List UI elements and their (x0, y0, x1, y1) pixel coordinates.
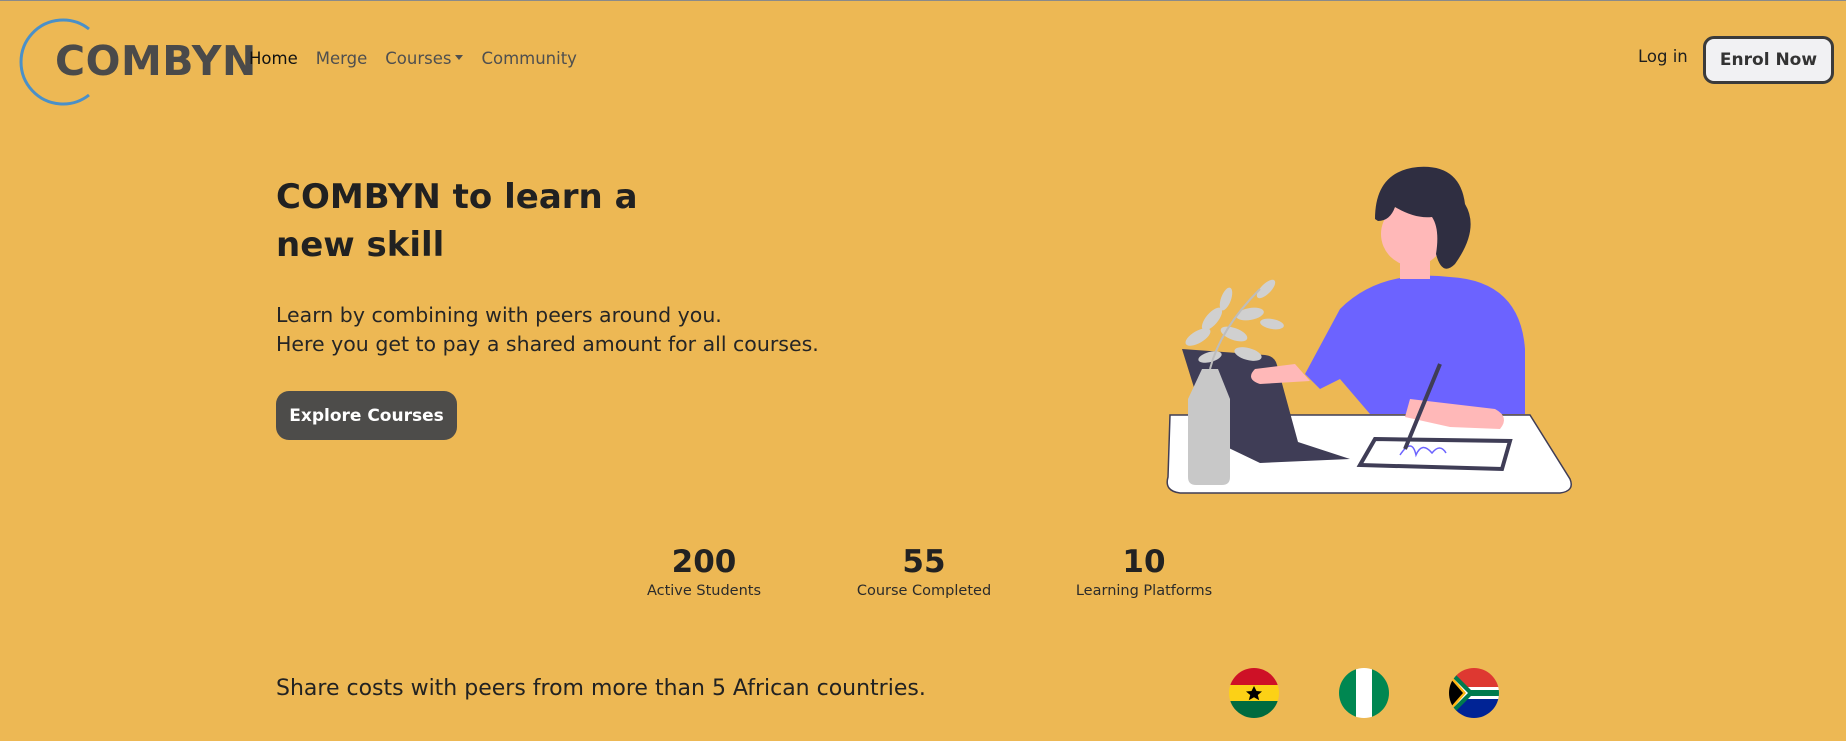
brand-logo[interactable]: COMBYN (11, 17, 256, 107)
hero-title-line-2: new skill (276, 225, 445, 265)
south-africa-flag-icon (1449, 668, 1499, 718)
main-nav: Home Merge Courses Community (249, 49, 595, 68)
login-link[interactable]: Log in (1638, 47, 1688, 66)
nav-courses-dropdown[interactable]: Courses (385, 49, 464, 68)
vase-shape (1188, 369, 1230, 485)
stat-label: Course Completed (856, 583, 992, 599)
stat-label: Learning Platforms (1075, 583, 1213, 599)
hero-subtitle: Learn by combining with peers around you… (276, 301, 916, 359)
chevron-down-icon (455, 55, 464, 60)
hero-title: COMBYN to learn a new skill (276, 173, 696, 269)
nav-home-link[interactable]: Home (249, 49, 298, 68)
navbar: COMBYN Home Merge Courses Community Log … (0, 1, 1846, 119)
stat-label: Active Students (646, 583, 762, 599)
stat-value: 10 (1122, 544, 1166, 580)
person-torso (1305, 275, 1525, 414)
nigeria-flag-icon (1339, 668, 1389, 718)
page: COMBYN Home Merge Courses Community Log … (0, 0, 1846, 741)
stat-value: 200 (671, 544, 737, 580)
hero-title-line-1: COMBYN to learn a (276, 177, 638, 217)
brand-name: COMBYN (55, 37, 257, 85)
share-costs-text: Share costs with peers from more than 5 … (276, 676, 926, 701)
nav-community-link[interactable]: Community (481, 49, 577, 68)
ghana-flag-icon (1229, 668, 1279, 718)
nav-merge-link[interactable]: Merge (316, 49, 368, 68)
hero-subtitle-line-1: Learn by combining with peers around you… (276, 303, 722, 327)
enrol-now-button[interactable]: Enrol Now (1703, 36, 1834, 84)
explore-courses-button[interactable]: Explore Courses (276, 391, 457, 440)
nav-courses-label: Courses (385, 49, 452, 68)
person-at-desk-illustration (1166, 166, 1572, 494)
hero-subtitle-line-2: Here you get to pay a shared amount for … (276, 332, 819, 356)
stat-value: 55 (902, 544, 946, 580)
tablet-device (1356, 436, 1513, 472)
stat-active-students: 200 Active Students (604, 544, 804, 600)
stat-course-completed: 55 Course Completed (824, 544, 1024, 600)
stat-learning-platforms: 10 Learning Platforms (1044, 544, 1244, 600)
